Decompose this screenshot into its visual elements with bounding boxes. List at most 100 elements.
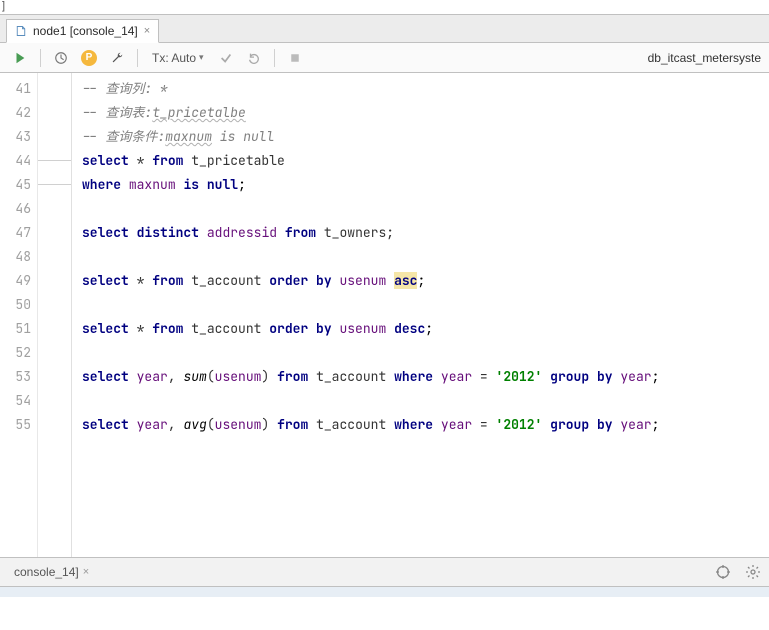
code-text — [433, 368, 441, 385]
code-text: ; — [652, 416, 660, 433]
code-text: where — [394, 416, 433, 433]
code-text: * — [129, 320, 152, 337]
tx-mode-selector[interactable]: Tx: Auto ▾ — [146, 51, 210, 65]
wrench-button[interactable] — [105, 46, 129, 70]
code-text: avg — [183, 416, 206, 433]
line-number: 55 — [0, 413, 31, 437]
code-text: ) — [261, 416, 277, 433]
target-icon[interactable] — [713, 562, 733, 582]
datasource-label[interactable]: db_itcast_metersyste — [648, 51, 761, 65]
code-text — [386, 272, 394, 289]
line-number-gutter: 41 42 43 44 45 46 47 48 49 50 51 52 53 5… — [0, 73, 38, 557]
code-text: usenum — [339, 272, 386, 289]
separator — [137, 49, 138, 67]
code-text: '2012' — [496, 368, 543, 385]
code-text: select — [82, 368, 129, 385]
output-tab-bar: console_14] × — [0, 557, 769, 586]
code-text: ; — [238, 176, 246, 193]
code-text: desc — [394, 320, 425, 337]
code-text: year — [137, 368, 168, 385]
close-tab-icon[interactable]: × — [144, 25, 150, 37]
code-text: year — [441, 368, 472, 385]
code-text: group by — [550, 368, 612, 385]
output-tab[interactable]: console_14] × — [6, 561, 97, 583]
code-text: usenum — [215, 368, 262, 385]
stop-button[interactable] — [283, 46, 307, 70]
code-text: -- 查询列: * — [82, 80, 168, 97]
line-number: 44 — [0, 149, 31, 173]
line-number: 45 — [0, 173, 31, 197]
code-text: * — [129, 152, 152, 169]
code-text — [386, 320, 394, 337]
code-text: ; — [417, 272, 425, 289]
code-text: order by — [269, 272, 331, 289]
code-text — [121, 176, 129, 193]
code-area[interactable]: -- 查询列: * -- 查询表:t_pricetalbe -- 查询条件: ma… — [72, 73, 769, 557]
code-text: group by — [550, 416, 612, 433]
code-text: year — [441, 416, 472, 433]
corner-fragment: ] — [0, 0, 769, 15]
line-number: 48 — [0, 245, 31, 269]
code-text: year — [137, 416, 168, 433]
code-text: from — [152, 320, 183, 337]
line-number: 46 — [0, 197, 31, 221]
editor-tab[interactable]: node1 [console_14] × — [6, 19, 159, 43]
gear-icon[interactable] — [743, 562, 763, 582]
code-text: where — [82, 176, 121, 193]
line-number: 51 — [0, 317, 31, 341]
code-text — [433, 416, 441, 433]
code-text: from — [152, 152, 183, 169]
code-text: t_account — [308, 416, 394, 433]
line-number: 41 — [0, 77, 31, 101]
tx-label: Tx: Auto — [152, 51, 196, 65]
code-text: select — [82, 272, 129, 289]
toolbar: P Tx: Auto ▾ db_itcast_metersyste — [0, 43, 769, 73]
separator — [40, 49, 41, 67]
code-text — [542, 416, 550, 433]
code-text: select — [82, 320, 129, 337]
code-text: ) — [261, 368, 277, 385]
line-number: 42 — [0, 101, 31, 125]
history-button[interactable] — [49, 46, 73, 70]
code-text: ; — [652, 368, 660, 385]
code-text: where — [394, 368, 433, 385]
code-text: maxnum — [129, 176, 176, 193]
code-text: is null — [183, 176, 238, 193]
bottom-strip — [0, 586, 769, 597]
code-text: -- 查询表: — [82, 104, 152, 121]
code-text: t_pricetalbe — [152, 104, 246, 121]
line-number: 49 — [0, 269, 31, 293]
fold-strip — [38, 73, 72, 557]
code-text: select — [82, 224, 129, 241]
code-text — [199, 224, 207, 241]
code-text: from — [285, 224, 316, 241]
code-text: distinct — [137, 224, 199, 241]
code-text: usenum — [215, 416, 262, 433]
code-text: ( — [207, 416, 215, 433]
separator — [274, 49, 275, 67]
code-text: order by — [269, 320, 331, 337]
line-number: 50 — [0, 293, 31, 317]
code-text: t_owners; — [316, 224, 394, 241]
rollback-button[interactable] — [242, 46, 266, 70]
code-text — [542, 368, 550, 385]
code-text: usenum — [339, 320, 386, 337]
code-text: select — [82, 152, 129, 169]
code-text: year — [620, 416, 651, 433]
code-text: = — [472, 368, 495, 385]
code-text: -- 查询条件: — [82, 128, 165, 145]
editor-tab-title: node1 [console_14] — [33, 24, 138, 38]
line-number: 47 — [0, 221, 31, 245]
run-button[interactable] — [8, 46, 32, 70]
code-editor[interactable]: 41 42 43 44 45 46 47 48 49 50 51 52 53 5… — [0, 73, 769, 557]
code-text: select — [82, 416, 129, 433]
commit-button[interactable] — [214, 46, 238, 70]
inline-param-button[interactable]: P — [77, 46, 101, 70]
code-text: from — [152, 272, 183, 289]
close-output-tab-icon[interactable]: × — [83, 566, 89, 578]
code-text: ( — [207, 368, 215, 385]
code-text: from — [277, 416, 308, 433]
code-text — [129, 368, 137, 385]
code-text: sum — [183, 368, 206, 385]
sql-file-icon — [15, 25, 27, 37]
